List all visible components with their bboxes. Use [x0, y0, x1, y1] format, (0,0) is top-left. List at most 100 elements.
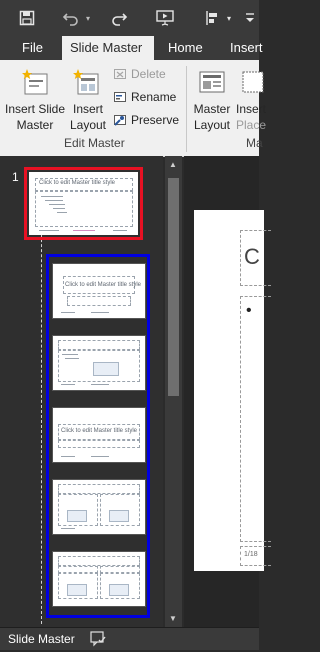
footer-line: [61, 312, 75, 313]
slide-master-preview: Click to edit Master title style: [29, 172, 138, 235]
undo-dropdown-icon[interactable]: ▾: [83, 6, 93, 30]
insert-layout-button[interactable]: Insert Layout: [68, 64, 108, 134]
status-mode: Slide Master: [8, 632, 75, 646]
master-layout-button[interactable]: Master Layout: [190, 64, 234, 134]
master-layout-icon: [199, 71, 225, 93]
insert-placeholder-label-2: Place: [236, 118, 267, 132]
bullet-line: [57, 212, 67, 213]
footer-line: [61, 528, 75, 529]
title-partial-text: C: [244, 244, 260, 269]
slide-number: 1: [12, 170, 19, 184]
redo-icon: [112, 13, 128, 26]
slide-editor: C • 1/18: [184, 156, 271, 627]
content-icons: [67, 510, 87, 522]
content-icons: [93, 362, 119, 376]
layout-connector-line: [41, 214, 42, 624]
footer-line: [91, 384, 109, 385]
slide-canvas[interactable]: C • 1/18: [194, 210, 271, 571]
bullet-text: •: [246, 302, 252, 319]
master-layout-label-2: Layout: [193, 118, 231, 132]
start-slideshow-button[interactable]: [154, 6, 176, 30]
customize-qat-button[interactable]: [243, 6, 257, 30]
slide-master-thumbnail[interactable]: Click to edit Master title style: [24, 167, 143, 240]
customize-icon: [246, 13, 254, 22]
group-separator: [186, 66, 187, 152]
bullet-line: [45, 200, 63, 201]
tab-file[interactable]: File: [14, 36, 51, 60]
placeholder-box: [58, 556, 140, 566]
layout-thumbnail-title[interactable]: Click to edit Master title style: [52, 263, 146, 319]
save-icon: [19, 10, 35, 26]
placeholder-box: [67, 296, 131, 306]
bullet-line: [53, 208, 65, 209]
align-icon: [206, 11, 217, 25]
redo-button[interactable]: [108, 6, 130, 30]
bullet-line: [41, 196, 63, 197]
slideshow-icon: [156, 10, 174, 26]
footer-line: [61, 384, 75, 385]
content-icons: [109, 510, 129, 522]
rename-label: Rename: [131, 90, 177, 104]
thumbnail-scrollbar[interactable]: ▲ ▼: [165, 156, 182, 627]
master-title-text: Click to edit Master title style: [39, 180, 116, 186]
content-icons: [109, 584, 129, 596]
rename-button[interactable]: Rename: [113, 87, 176, 107]
scroll-down-icon[interactable]: ▼: [169, 614, 177, 623]
section-title-text: Click to edit Master title style: [61, 428, 138, 434]
layout-thumbnail-two-content[interactable]: [52, 479, 146, 535]
align-button[interactable]: [202, 6, 224, 30]
undo-button[interactable]: [60, 6, 82, 30]
insert-slide-master-icon: [22, 69, 48, 95]
placeholder-box: [58, 566, 98, 573]
master-layout-group-label: Ma: [246, 136, 263, 150]
bullet-line: [62, 354, 78, 355]
insert-layout-icon: [73, 69, 99, 95]
content-icons: [67, 584, 87, 596]
align-dropdown-icon[interactable]: ▾: [224, 6, 234, 30]
tab-insert[interactable]: Insert: [222, 36, 271, 60]
tab-slide-master[interactable]: Slide Master: [62, 36, 154, 61]
preserve-label: Preserve: [131, 113, 180, 127]
footer-line: [73, 230, 95, 231]
insert-placeholder-button[interactable]: Insert Place: [236, 64, 276, 134]
ribbon-tabs: File Slide Master Home Insert: [0, 36, 263, 61]
footer-line: [61, 456, 75, 457]
placeholder-box: [58, 440, 140, 448]
ribbon: Insert Slide Master Insert Layout Delete…: [0, 60, 266, 157]
insert-slide-master-label-1: Insert Slide: [4, 102, 66, 116]
rename-icon: [114, 92, 126, 102]
insert-placeholder-label-1: Insert: [236, 102, 267, 116]
placeholder-box: [58, 484, 140, 494]
bullet-line: [65, 358, 79, 359]
delete-button[interactable]: Delete: [113, 64, 166, 84]
layout-thumbnail-title-content[interactable]: [52, 335, 146, 391]
layouts-group: Click to edit Master title style Click t…: [46, 254, 150, 618]
preserve-icon: [114, 115, 126, 126]
footer-line: [113, 230, 127, 231]
placeholder-box: [100, 566, 140, 573]
layout-title-text: Click to edit Master title style: [65, 282, 142, 288]
body-placeholder[interactable]: [240, 296, 271, 542]
insert-slide-master-label-2: Master: [16, 118, 54, 132]
delete-label: Delete: [131, 67, 166, 81]
quick-access-toolbar: ▾ ▾: [0, 0, 259, 36]
delete-icon: [114, 69, 126, 79]
preserve-button[interactable]: Preserve: [113, 110, 179, 130]
footer-line: [39, 230, 59, 231]
scroll-up-icon[interactable]: ▲: [169, 160, 177, 169]
placeholder-box: [58, 340, 140, 350]
slide-thumbnail-pane: 1 Click to edit Master title style Click…: [0, 156, 163, 627]
master-layout-label-1: Master: [193, 102, 231, 116]
bullet-line: [49, 204, 65, 205]
insert-layout-label-1: Insert: [72, 102, 103, 116]
insert-layout-label-2: Layout: [69, 118, 107, 132]
save-button[interactable]: [16, 6, 38, 30]
insert-slide-master-button[interactable]: Insert Slide Master: [3, 64, 67, 134]
layout-thumbnail-section-header[interactable]: Click to edit Master title style: [52, 407, 146, 463]
footer-line: [91, 312, 109, 313]
tab-home[interactable]: Home: [160, 36, 211, 60]
footer-line: [91, 456, 109, 457]
scrollbar-thumb[interactable]: [168, 178, 179, 396]
layout-thumbnail-comparison[interactable]: [52, 551, 146, 607]
date-partial-text: 1/18: [244, 551, 258, 558]
